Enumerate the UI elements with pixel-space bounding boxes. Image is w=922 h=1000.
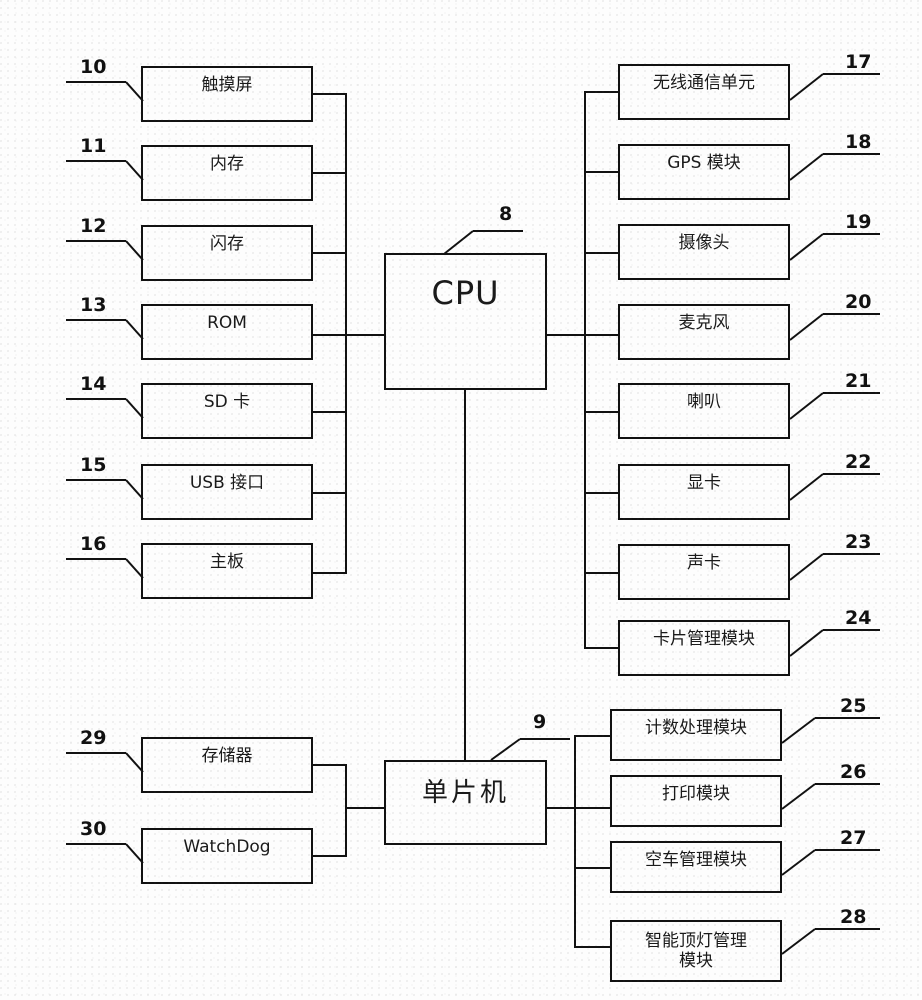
refnum-22: 22 [845,451,872,473]
refnum-11: 11 [80,135,107,157]
block-microphone: 麦克风 [618,304,790,360]
refnum-29: 29 [80,727,107,749]
block-sound-card: 声卡 [618,544,790,600]
refnum-12: 12 [80,215,107,237]
block-mainboard: 主板 [141,543,313,599]
refnum-8: 8 [499,203,513,225]
refnum-14: 14 [80,373,107,395]
patent-block-diagram: 触摸屏 内存 闪存 ROM SD 卡 USB 接口 主板 CPU 单片机 无线通… [0,0,922,1000]
block-touchscreen-label: 触摸屏 [201,75,253,95]
block-storage-label: 存储器 [201,746,253,766]
block-mainboard-label: 主板 [210,552,244,572]
block-wireless-comm-unit: 无线通信单元 [618,64,790,120]
connector-mainboard [311,572,347,574]
block-graphics-card: 显卡 [618,464,790,520]
block-smart-dome-light-module-label: 智能顶灯管理 模块 [645,931,747,972]
block-memory: 内存 [141,145,313,201]
block-smart-dome-light-module: 智能顶灯管理 模块 [610,920,782,982]
connector-gps-module [584,171,620,173]
block-sd-card-label: SD 卡 [203,392,251,412]
connector-wireless-comm-unit [584,91,620,93]
connector-empty-vehicle-module [574,867,612,869]
block-empty-vehicle-module-label: 空车管理模块 [645,850,747,870]
block-sound-card-label: 声卡 [687,553,721,573]
block-gps-module-label: GPS 模块 [667,153,741,173]
connector-storage [311,764,347,766]
block-mcu: 单片机 [384,760,547,845]
connector-mcu-to-right-bus [545,807,612,809]
refnum-17: 17 [845,51,872,73]
connector-usb-interface [311,492,347,494]
block-graphics-card-label: 显卡 [687,473,721,493]
refnum-19: 19 [845,211,872,233]
block-camera: 摄像头 [618,224,790,280]
refnum-21: 21 [845,370,872,392]
connector-speaker [584,411,620,413]
block-card-management-module: 卡片管理模块 [618,620,790,676]
refnum-23: 23 [845,531,872,553]
refnum-27: 27 [840,827,867,849]
block-cpu-label: CPU [431,274,500,312]
cpu-right-bus [584,91,586,648]
connector-flash [311,252,347,254]
connector-memory [311,172,347,174]
block-gps-module: GPS 模块 [618,144,790,200]
block-card-management-module-label: 卡片管理模块 [653,629,755,649]
block-counting-module-label: 计数处理模块 [645,718,747,738]
refnum-20: 20 [845,291,872,313]
block-touchscreen: 触摸屏 [141,66,313,122]
connector-sd-card [311,411,347,413]
refnum-25: 25 [840,695,867,717]
block-rom-label: ROM [207,313,247,333]
block-flash-label: 闪存 [210,234,244,254]
connector-left-bus-to-mcu [345,807,386,809]
block-mcu-label: 单片机 [421,778,509,808]
refnum-24: 24 [845,607,872,629]
block-usb-interface: USB 接口 [141,464,313,520]
block-usb-interface-label: USB 接口 [189,473,265,493]
block-speaker-label: 喇叭 [687,392,721,412]
refnum-13: 13 [80,294,107,316]
refnum-30: 30 [80,818,107,840]
connector-camera [584,252,620,254]
connector-graphics-card [584,492,620,494]
connector-watchdog [311,855,347,857]
block-microphone-label: 麦克风 [678,313,730,333]
block-watchdog-label: WatchDog [183,837,271,857]
connector-rom-to-cpu [311,334,386,336]
mcu-left-bus [345,764,347,856]
refnum-28: 28 [840,906,867,928]
block-counting-module: 计数处理模块 [610,709,782,761]
refnum-26: 26 [840,761,867,783]
block-memory-label: 内存 [210,154,244,174]
block-storage: 存储器 [141,737,313,793]
refnum-18: 18 [845,131,872,153]
block-rom: ROM [141,304,313,360]
block-speaker: 喇叭 [618,383,790,439]
refnum-9: 9 [533,711,547,733]
block-cpu: CPU [384,253,547,390]
block-print-module: 打印模块 [610,775,782,827]
connector-touchscreen [311,93,347,95]
connector-cpu-to-right-bus [545,334,620,336]
block-empty-vehicle-module: 空车管理模块 [610,841,782,893]
connector-card-management-module [584,647,620,649]
block-wireless-comm-unit-label: 无线通信单元 [653,73,755,93]
connector-cpu-to-mcu [464,389,466,761]
block-print-module-label: 打印模块 [662,784,730,804]
refnum-10: 10 [80,56,107,78]
block-flash: 闪存 [141,225,313,281]
connector-sound-card [584,572,620,574]
connector-counting-module [574,735,612,737]
mcu-right-bus [574,735,576,947]
refnum-15: 15 [80,454,107,476]
block-camera-label: 摄像头 [678,233,730,253]
block-watchdog: WatchDog [141,828,313,884]
refnum-16: 16 [80,533,107,555]
connector-smart-dome-light-module [574,946,612,948]
block-sd-card: SD 卡 [141,383,313,439]
